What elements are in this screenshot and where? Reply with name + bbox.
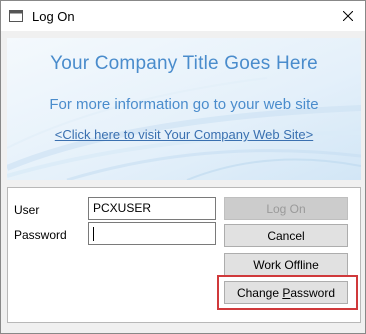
change-password-label-post: assword: [290, 285, 336, 300]
user-label: User: [14, 203, 40, 217]
close-button[interactable]: [331, 1, 365, 31]
password-label: Password: [14, 228, 67, 242]
window-app-icon: [9, 9, 23, 23]
title-bar: Log On: [1, 1, 365, 31]
banner-subtitle: For more information go to your web site: [49, 96, 319, 113]
password-input[interactable]: [88, 222, 216, 245]
company-banner: Your Company Title Goes Here For more in…: [7, 38, 361, 180]
change-password-label-pre: Change: [236, 285, 283, 300]
work-offline-button[interactable]: Work Offline: [224, 253, 348, 276]
logon-button[interactable]: Log On: [224, 197, 348, 220]
logon-dialog: Log On Your Company Title Goes Here For …: [0, 0, 366, 334]
cancel-button[interactable]: Cancel: [224, 224, 348, 247]
logon-form: User PCXUSER Password Log On Cancel Work…: [7, 187, 361, 323]
change-password-button[interactable]: Change Password: [224, 281, 348, 304]
change-password-accesskey: P: [282, 285, 291, 300]
company-website-link[interactable]: <Click here to visit Your Company Web Si…: [7, 127, 361, 142]
close-icon: [343, 11, 353, 21]
window-title: Log On: [32, 9, 75, 24]
company-title: Your Company Title Goes Here: [50, 53, 318, 74]
text-caret: [93, 227, 94, 241]
user-input[interactable]: PCXUSER: [88, 197, 216, 220]
